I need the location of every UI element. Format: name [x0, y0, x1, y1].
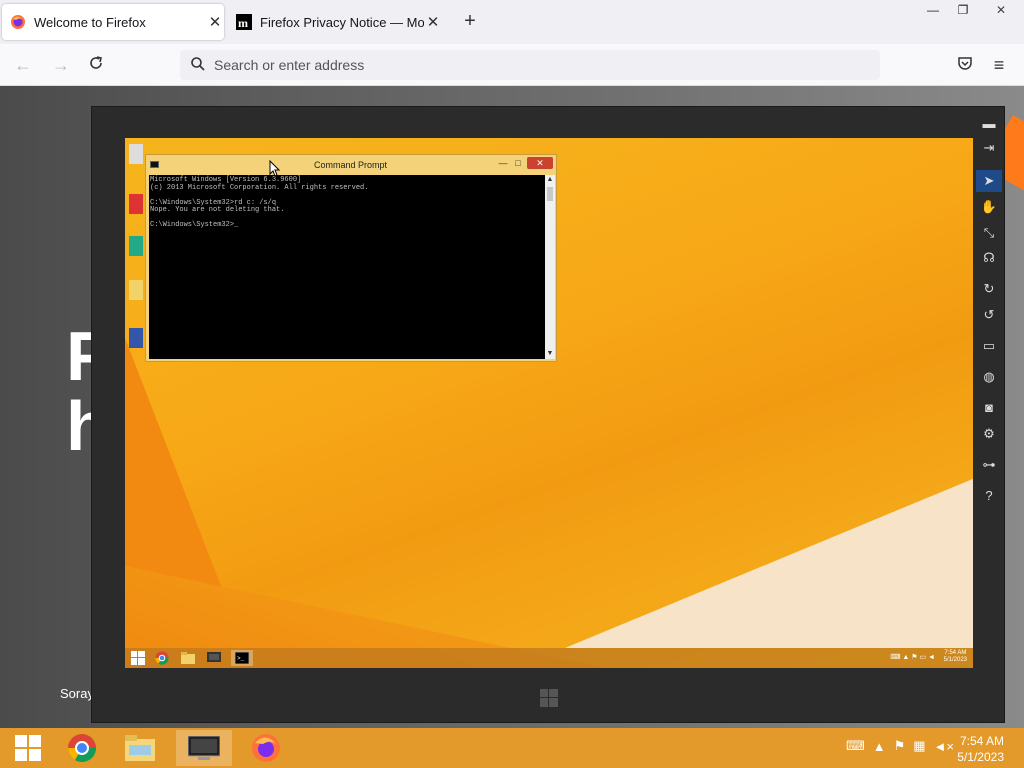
vm-clock-date: 5/1/2023	[943, 657, 967, 663]
keyboard-icon[interactable]: ⌨	[846, 738, 865, 754]
cmd-close-button[interactable]: ✕	[527, 157, 553, 169]
action-center-flag-icon[interactable]: ⚑	[894, 738, 906, 754]
volume-muted-icon[interactable]: ◄×	[934, 739, 954, 754]
vm-desktop[interactable]: Command Prompt — □ ✕ Microsoft Windows […	[125, 138, 973, 668]
firefox-favicon-icon	[10, 14, 26, 30]
vm-viewer-window: Command Prompt — □ ✕ Microsoft Windows […	[91, 106, 1005, 723]
pocket-button[interactable]	[954, 54, 976, 76]
forward-button[interactable]: →	[50, 54, 72, 76]
cmd-maximize-button[interactable]: □	[511, 157, 525, 169]
recycle-bin-icon[interactable]	[129, 144, 143, 164]
windows-logo-icon[interactable]	[540, 689, 558, 707]
file-explorer-taskbar-icon[interactable]	[112, 730, 168, 766]
navigation-bar: ← → ≡	[0, 44, 1024, 86]
command-prompt-window[interactable]: Command Prompt — □ ✕ Microsoft Windows […	[145, 154, 557, 362]
hamburger-menu-icon: ≡	[993, 55, 1005, 75]
desktop-wallpaper-shape	[565, 478, 973, 648]
vm-start-button[interactable]	[127, 650, 149, 666]
cmd-console-output[interactable]: Microsoft Windows [Version 6.3.9600] (c) …	[149, 175, 545, 359]
folder-icon[interactable]	[129, 280, 143, 300]
vm-system-tray[interactable]: ⌨ ▲ ⚑ ▭ ◄	[890, 653, 935, 661]
minimize-icon[interactable]: ▬	[976, 113, 1002, 135]
console-line: C:\Windows\System32>_	[150, 221, 239, 229]
vm-cmd-taskbar-icon[interactable]: >_	[231, 650, 253, 666]
reload-button[interactable]	[85, 54, 107, 76]
chrome-taskbar-icon[interactable]	[54, 730, 110, 766]
tab-close-icon[interactable]: ✕	[424, 13, 442, 31]
system-tray: ⌨ ▲ ⚑ ▦ ◄×	[846, 738, 954, 754]
scroll-up-icon[interactable]: ▲	[545, 175, 555, 185]
vm-clock-time: 7:54 AM	[944, 650, 967, 656]
page-footer-text: Soray	[60, 686, 94, 701]
clock-time: 7:54 AM	[959, 734, 1004, 748]
svg-text:>_: >_	[237, 655, 245, 662]
cmd-title-bar[interactable]: Command Prompt — □ ✕	[146, 155, 556, 175]
help-icon[interactable]: ?	[976, 485, 1002, 507]
camera-icon[interactable]: ◙	[976, 397, 1002, 419]
show-hidden-icons-icon[interactable]: ▲	[873, 739, 886, 754]
tab-label: Firefox Privacy Notice — Mozilla	[260, 14, 424, 30]
hand-icon[interactable]: ✋	[976, 196, 1002, 218]
start-button[interactable]	[0, 730, 56, 766]
cmd-scrollbar[interactable]: ▲ ▼	[545, 175, 555, 359]
console-line: Nope. You are not deleting that.	[150, 206, 285, 214]
vm-clock[interactable]: 7:54 AM 5/1/2023	[944, 650, 967, 664]
desktop-shortcut-icon[interactable]	[129, 194, 143, 214]
clock-date: 5/1/2023	[957, 750, 1004, 764]
scroll-thumb[interactable]	[547, 187, 553, 201]
pin-icon[interactable]: ⇥	[976, 137, 1002, 159]
system-clock[interactable]: 7:54 AM 5/1/2023	[957, 733, 1004, 765]
address-bar[interactable]	[180, 50, 880, 80]
tab-label: Welcome to Firefox	[34, 14, 146, 30]
address-input[interactable]	[214, 50, 814, 80]
restore-window-button[interactable]: ❐	[948, 0, 978, 22]
vm-viewer-toolbar: ▬ ⇥ ➤ ✋ ⤡ ☊ ↻ ↺ ▭ ◍ ◙ ⚙ ⊶ ?	[974, 107, 1004, 724]
cmd-app-icon	[150, 161, 159, 168]
rotate-right-icon[interactable]: ↻	[976, 278, 1002, 300]
vm-taskbar: >_ ⌨ ▲ ⚑ ▭ ◄ 7:54 AM 5/1/2023	[125, 648, 973, 668]
host-taskbar: ⌨ ▲ ⚑ ▦ ◄× 7:54 AM 5/1/2023	[0, 728, 1024, 768]
desktop-shortcut-icon[interactable]	[129, 328, 143, 348]
tab-welcome-to-firefox[interactable]: Welcome to Firefox ✕	[2, 4, 224, 40]
reload-icon	[90, 56, 102, 69]
back-button[interactable]: ←	[12, 54, 34, 76]
mozilla-favicon-icon: m	[236, 14, 252, 30]
vm-file-explorer-taskbar-icon[interactable]	[177, 650, 199, 666]
cmd-minimize-button[interactable]: —	[496, 157, 510, 169]
tab-privacy-notice[interactable]: m Firefox Privacy Notice — Mozilla ✕	[230, 4, 442, 40]
windows-logo-icon	[15, 735, 41, 761]
globe-icon[interactable]: ◍	[976, 366, 1002, 388]
chrome-shortcut-icon[interactable]	[129, 236, 143, 256]
tab-bar: Welcome to Firefox ✕ m Firefox Privacy N…	[0, 0, 1024, 44]
new-tab-button[interactable]: +	[460, 10, 480, 32]
resize-icon[interactable]: ⤡	[976, 222, 1002, 244]
rotate-left-icon[interactable]: ↺	[976, 304, 1002, 326]
menu-button[interactable]: ≡	[988, 54, 1010, 76]
windows-logo-icon	[131, 651, 145, 665]
monitor-icon[interactable]: ▭	[976, 335, 1002, 357]
vm-taskbar-app-icon[interactable]	[203, 650, 225, 666]
pocket-icon	[958, 57, 972, 70]
pointer-icon[interactable]: ➤	[976, 170, 1002, 192]
headset-icon[interactable]: ☊	[976, 247, 1002, 269]
tab-close-icon[interactable]: ✕	[206, 13, 224, 31]
usb-icon[interactable]: ⊶	[976, 454, 1002, 476]
console-line: (c) 2013 Microsoft Corporation. All righ…	[150, 183, 369, 192]
scroll-down-icon[interactable]: ▼	[545, 349, 555, 359]
network-icon[interactable]: ▦	[913, 738, 925, 754]
cmd-title: Command Prompt	[314, 160, 388, 170]
firefox-taskbar-icon[interactable]	[238, 730, 294, 766]
close-window-button[interactable]: ✕	[978, 0, 1024, 22]
svg-text:m: m	[238, 16, 248, 30]
gear-icon[interactable]: ⚙	[976, 423, 1002, 445]
search-icon	[191, 57, 205, 71]
window-controls: — ❐ ✕	[918, 0, 1024, 22]
vm-viewer-taskbar-icon[interactable]	[176, 730, 232, 766]
vm-chrome-taskbar-icon[interactable]	[151, 650, 173, 666]
minimize-window-button[interactable]: —	[918, 0, 948, 22]
mouse-cursor-icon	[269, 160, 281, 177]
